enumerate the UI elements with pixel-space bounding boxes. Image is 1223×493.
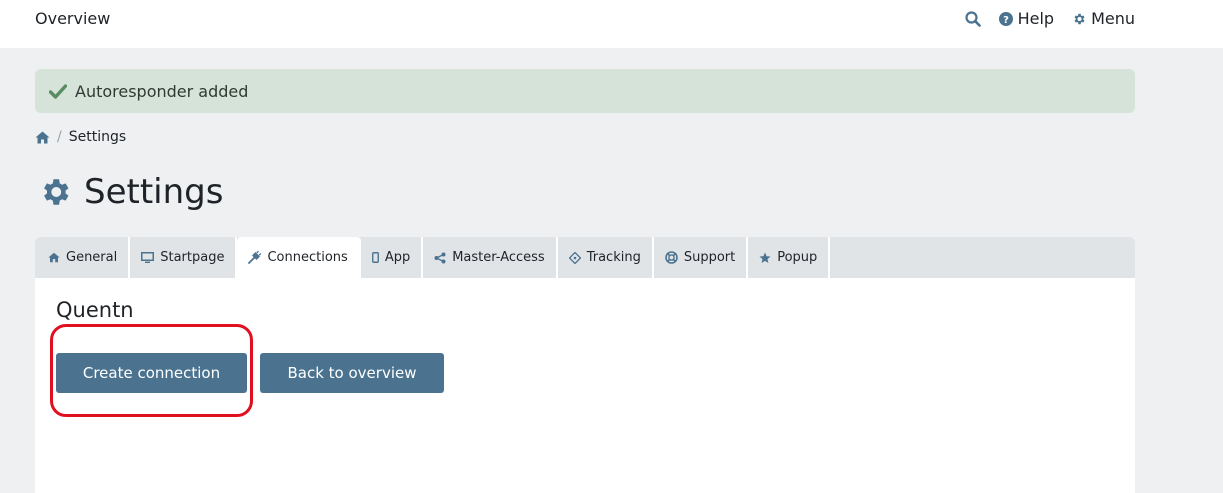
- star-icon: [759, 252, 771, 263]
- tab-label: General: [66, 250, 118, 265]
- section-title: Quentn: [56, 298, 134, 322]
- search-button[interactable]: [964, 10, 981, 27]
- tab-label: App: [384, 250, 411, 265]
- tab-general[interactable]: General: [37, 237, 131, 278]
- page-header-title[interactable]: Overview: [35, 9, 110, 28]
- home-icon[interactable]: [35, 131, 50, 144]
- check-icon: [49, 83, 67, 99]
- connections-panel: Quentn Create connection Back to overvie…: [35, 278, 1135, 493]
- settings-tabs: General Startpage Connections App Master…: [35, 237, 1135, 278]
- help-button[interactable]: ? Help: [998, 9, 1055, 28]
- tab-label: Startpage: [160, 250, 225, 265]
- svg-text:?: ?: [1003, 14, 1009, 25]
- lifebuoy-icon: [665, 251, 678, 264]
- tab-startpage[interactable]: Startpage: [130, 237, 238, 278]
- tab-master-access[interactable]: Master-Access: [423, 237, 558, 278]
- share-icon: [434, 252, 446, 263]
- menu-label: Menu: [1091, 9, 1135, 28]
- breadcrumb-current: Settings: [68, 129, 127, 145]
- tab-label: Master-Access: [452, 250, 545, 265]
- search-icon: [964, 10, 981, 27]
- page-title-text: Settings: [84, 172, 224, 212]
- tab-popup[interactable]: Popup: [748, 237, 831, 278]
- menu-button[interactable]: Menu: [1072, 9, 1135, 28]
- create-connection-button[interactable]: Create connection: [56, 353, 247, 393]
- breadcrumb: / Settings: [35, 129, 126, 145]
- tab-label: Connections: [267, 250, 348, 265]
- gear-icon: [44, 179, 69, 205]
- success-alert: Autoresponder added: [35, 69, 1135, 113]
- home-icon: [48, 252, 60, 263]
- tab-label: Popup: [777, 250, 818, 265]
- back-to-overview-button[interactable]: Back to overview: [260, 353, 444, 393]
- top-nav: ? Help Menu: [964, 9, 1135, 28]
- tab-label: Tracking: [586, 250, 641, 265]
- top-bar: Overview ? Help Menu: [0, 0, 1223, 48]
- tab-app[interactable]: App: [361, 237, 424, 278]
- mobile-icon: [371, 252, 379, 263]
- help-icon: ?: [998, 11, 1013, 26]
- alert-message: Autoresponder added: [75, 81, 249, 101]
- page-title: Settings: [38, 172, 223, 212]
- crosshair-icon: [568, 251, 581, 264]
- plug-icon: [248, 251, 262, 264]
- tab-label: Support: [683, 250, 736, 265]
- monitor-icon: [141, 252, 155, 263]
- tab-support[interactable]: Support: [654, 237, 749, 278]
- tab-connections[interactable]: Connections: [237, 237, 361, 278]
- tab-tracking[interactable]: Tracking: [558, 237, 654, 278]
- help-label: Help: [1017, 9, 1055, 28]
- breadcrumb-separator: /: [57, 129, 62, 145]
- gear-icon: [1074, 13, 1085, 24]
